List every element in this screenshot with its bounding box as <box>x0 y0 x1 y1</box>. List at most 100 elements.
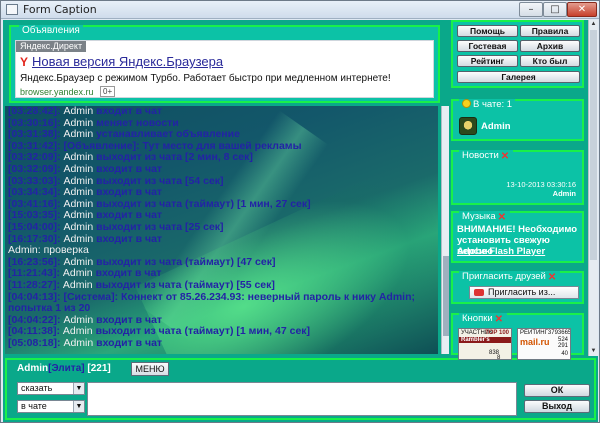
input-panel: Admin[Элита] [221] МЕНЮ сказать ▼ в чате… <box>5 358 596 420</box>
message-time: [03:30:16]: <box>8 116 61 129</box>
chat-scrollbar[interactable] <box>441 106 449 354</box>
message-text: входит в чат <box>96 209 163 222</box>
chat-messages: [03:28:42]: Admin входит в чат [03:30:16]… <box>8 106 436 349</box>
message-text: входит в чат <box>96 313 163 326</box>
help-button[interactable]: Помощь <box>457 25 518 37</box>
message-time: [03:28:42]: <box>8 106 61 117</box>
chat-message: [04:04:13]: [Система]: Коннект от 85.26.… <box>8 290 436 315</box>
in-chat-legend: В чате: 1 <box>459 99 516 110</box>
right-scrollbar-thumb[interactable] <box>590 30 597 260</box>
news-legend: Новости ✕ <box>459 150 513 162</box>
news-author: Admin <box>552 189 576 198</box>
message-nick[interactable]: Admin <box>63 256 93 268</box>
right-scrollbar[interactable]: ▲ ▼ <box>588 20 598 356</box>
age-badge: 0+ <box>100 86 116 97</box>
title-bar[interactable]: Form Caption – □ ✕ <box>1 1 599 19</box>
message-text: выходит из чата (таймаут) [55 сек] <box>95 278 275 291</box>
music-legend: Музыка ✕ <box>459 211 510 223</box>
user-rank: [Элита] <box>48 363 85 374</box>
message-nick[interactable]: Admin <box>63 233 93 245</box>
message-nick[interactable]: Admin <box>63 325 93 337</box>
ad-url[interactable]: browser.yandex.ru <box>20 87 94 97</box>
invite-button[interactable]: Пригласить из... <box>469 286 579 299</box>
banner2-line1: РЕЙТИНГ <box>520 330 548 336</box>
message-nick[interactable]: Admin <box>63 175 93 187</box>
close-icon[interactable]: ✕ <box>501 152 510 162</box>
rating-button[interactable]: Рейтинг <box>457 55 518 67</box>
message-nick[interactable]: Admin <box>63 221 93 233</box>
message-time: [03:31:42]: <box>8 139 61 152</box>
mode-select[interactable]: сказать ▼ <box>17 382 85 395</box>
close-icon[interactable]: ✕ <box>498 213 507 223</box>
ok-button[interactable]: ОК <box>524 384 590 397</box>
message-time: [04:04:22]: <box>8 313 61 326</box>
message-nick[interactable]: Admin <box>63 106 93 117</box>
banner2-header: РЕЙТИНГ 3793665 <box>518 329 570 337</box>
scroll-down-icon[interactable]: ▼ <box>589 347 598 356</box>
news-panel: Новости ✕ 13-10-2013 03:30:16 Admin <box>451 150 584 205</box>
chevron-down-icon[interactable]: ▼ <box>73 383 84 394</box>
message-text: меняет новости <box>96 116 179 129</box>
invite-icon <box>474 289 484 296</box>
chat-scrollbar-thumb[interactable] <box>443 256 449 336</box>
banner1-num2: 8 <box>497 355 501 360</box>
banner1-line2: Rambler's <box>459 337 511 343</box>
message-nick[interactable]: Admin <box>63 279 93 291</box>
message-nick[interactable]: Admin <box>63 151 93 164</box>
scope-select[interactable]: в чате ▼ <box>17 400 85 413</box>
gallery-button[interactable]: Галерея <box>457 71 580 83</box>
online-user-name[interactable]: Admin <box>481 121 511 132</box>
close-button[interactable]: ✕ <box>567 2 597 17</box>
message-time: [15:04:00]: <box>8 220 61 233</box>
message-nick[interactable]: Admin <box>63 117 93 129</box>
minimize-button[interactable]: – <box>519 2 543 17</box>
chat-message: [05:08:18]: Admin входит в чат <box>8 336 436 350</box>
archive-button[interactable]: Архив <box>520 40 580 52</box>
who-was-button[interactable]: Кто был <box>520 55 580 67</box>
exit-button[interactable]: Выход <box>524 400 590 413</box>
avatar[interactable] <box>459 117 477 135</box>
banner2-num: 3793665 <box>547 330 571 336</box>
message-input[interactable] <box>87 382 517 416</box>
scope-select-value: в чате <box>21 401 47 411</box>
chat-log[interactable]: [03:28:42]: Admin входит в чат [03:30:16]… <box>5 106 438 354</box>
message-nick[interactable]: Admin <box>63 128 93 140</box>
flash-player-link[interactable]: Adobe Flash Player <box>457 246 545 257</box>
message-text: входит в чат <box>96 186 163 199</box>
message-text: [Объявление]: Тут место для вашей реклам… <box>63 139 302 152</box>
ad-title-link[interactable]: Новая версия Яндекс.Браузера <box>32 54 223 69</box>
rambler-top100-banner[interactable]: УЧАСТНИК Rambler's TOP 100 838 8 <box>458 328 512 360</box>
window-title: Form Caption <box>23 3 97 16</box>
message-nick[interactable]: Admin <box>63 163 93 175</box>
mailru-rating-banner[interactable]: РЕЙТИНГ 3793665 mail.ru 524 291 40 <box>517 328 571 360</box>
scroll-up-icon[interactable]: ▲ <box>589 20 598 29</box>
ad-source-tag[interactable]: Яндекс.Директ <box>16 41 87 52</box>
message-text: выходит из чата (таймаут) [1 мин, 47 сек… <box>95 325 311 338</box>
chevron-down-icon[interactable]: ▼ <box>73 401 84 412</box>
message-nick[interactable]: Admin <box>63 314 93 326</box>
message-text: устанавливает объявление <box>96 128 240 141</box>
guestbook-button[interactable]: Гостевая <box>457 40 518 52</box>
yandex-logo-icon: Y <box>20 55 29 69</box>
maximize-button[interactable]: □ <box>543 2 567 17</box>
message-time: [16:23:56]: <box>8 255 61 268</box>
message-text: [Система]: Коннект от 85.26.234.93: неве… <box>8 290 416 315</box>
message-nick[interactable]: Admin <box>63 186 93 198</box>
mode-select-value: сказать <box>21 383 53 393</box>
invite-panel: Пригласить друзей ✕ Пригласить из... <box>451 271 584 304</box>
close-icon[interactable]: ✕ <box>548 273 557 283</box>
message-text: проверка <box>43 244 89 257</box>
app-window: Form Caption – □ ✕ Объявления Яндекс.Дир… <box>0 0 600 423</box>
rules-button[interactable]: Правила <box>520 25 580 37</box>
message-time: [03:34:34]: <box>8 186 61 199</box>
message-time: [16:17:30]: <box>8 232 61 245</box>
message-nick[interactable]: Admin <box>63 198 93 210</box>
close-icon[interactable]: ✕ <box>495 315 504 325</box>
message-time: [05:08:18]: <box>8 336 61 349</box>
message-nick[interactable]: Admin <box>63 209 93 222</box>
ad-block[interactable]: Яндекс.Директ Y Новая версия Яндекс.Брау… <box>15 40 434 98</box>
message-nick[interactable]: Admin <box>63 337 93 349</box>
message-nick[interactable]: Admin <box>63 267 93 280</box>
menu-button[interactable]: МЕНЮ <box>131 362 169 376</box>
message-nick[interactable]: Admin: <box>8 244 41 256</box>
